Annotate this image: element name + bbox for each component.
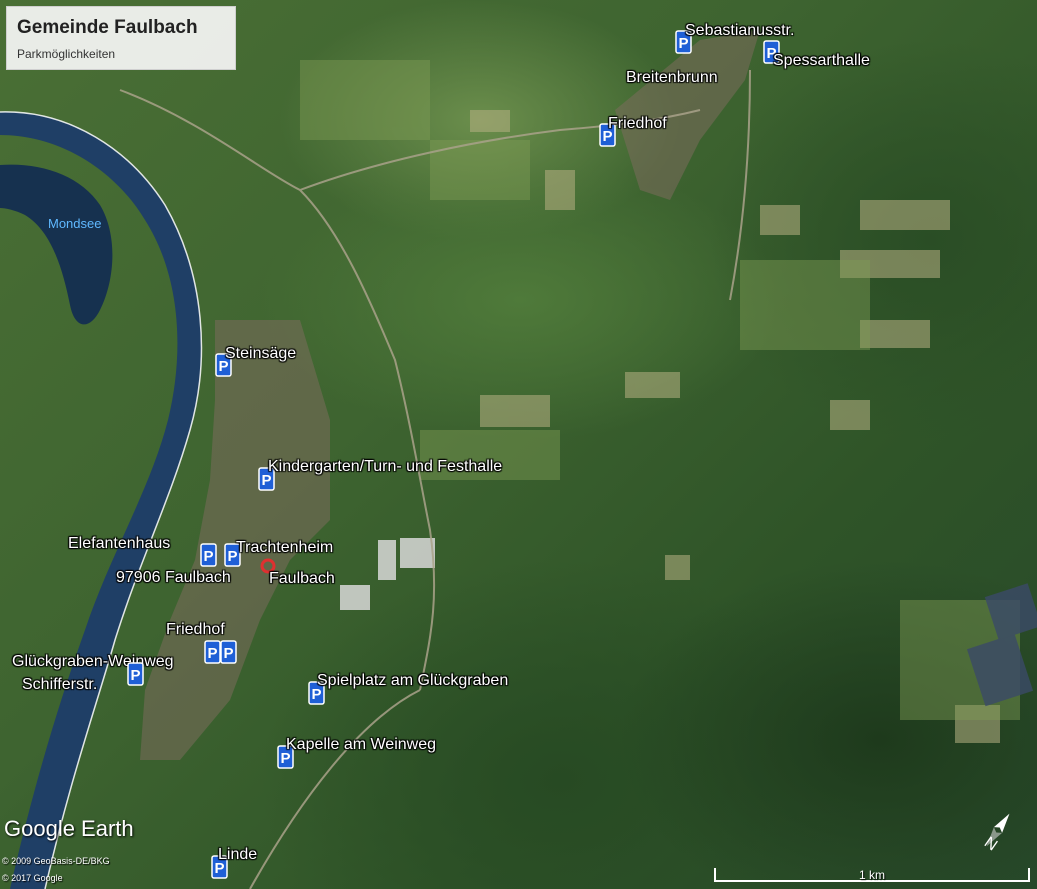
label-steinsaege: Steinsäge	[225, 345, 297, 362]
label-schifferstr: Schifferstr.	[22, 676, 98, 693]
label-faulbach: Faulbach	[269, 570, 335, 587]
parking-pin-icon[interactable]: P	[200, 543, 217, 567]
credit-geobasis: © 2009 GeoBasis-DE/BKG	[2, 856, 110, 866]
parking-pin-icon[interactable]: P	[204, 640, 221, 664]
label-friedhof-breitenbrunn: Friedhof	[608, 115, 667, 132]
satellite-map[interactable]: Gemeinde Faulbach Parkmöglichkeiten Mond…	[0, 0, 1037, 889]
map-subtitle: Parkmöglichkeiten	[17, 47, 116, 61]
map-terrain	[0, 30, 1037, 889]
svg-text:P: P	[223, 645, 233, 662]
label-spielplatz: Spielplatz am Glückgraben	[317, 672, 509, 689]
label-trachtenheim: Trachtenheim	[236, 539, 334, 556]
svg-text:P: P	[207, 645, 217, 662]
compass-icon[interactable]: N	[976, 808, 1020, 855]
credit-google: © 2017 Google	[2, 873, 63, 883]
parking-pin-icon[interactable]: P	[220, 640, 237, 664]
label-linde: Linde	[218, 846, 258, 863]
scale-label: 1 km	[858, 868, 885, 882]
label-glueckgraben-weinweg: Glückgraben-Weinweg	[12, 653, 174, 670]
google-earth-logo: Google Earth	[4, 816, 134, 841]
svg-text:P: P	[130, 667, 140, 684]
parking-pin-icon[interactable]: P	[127, 662, 144, 686]
water-label: Mondsee	[48, 216, 102, 231]
label-spessarthalle: Spessarthalle	[773, 52, 870, 69]
title-box: Gemeinde Faulbach Parkmöglichkeiten	[6, 6, 236, 70]
label-friedhof-faulbach: Friedhof	[166, 621, 225, 638]
label-address: 97906 Faulbach	[116, 569, 231, 586]
svg-text:P: P	[203, 548, 213, 565]
label-sebastianusstr: Sebastianusstr.	[685, 22, 795, 39]
label-elefantenhaus: Elefantenhaus	[68, 535, 171, 552]
scale-bar: 1 km	[714, 866, 1030, 884]
label-breitenbrunn: Breitenbrunn	[626, 69, 718, 86]
map-title: Gemeinde Faulbach	[17, 17, 198, 38]
label-kapelle: Kapelle am Weinweg	[286, 736, 437, 753]
label-kindergarten: Kindergarten/Turn- und Festhalle	[268, 458, 503, 475]
